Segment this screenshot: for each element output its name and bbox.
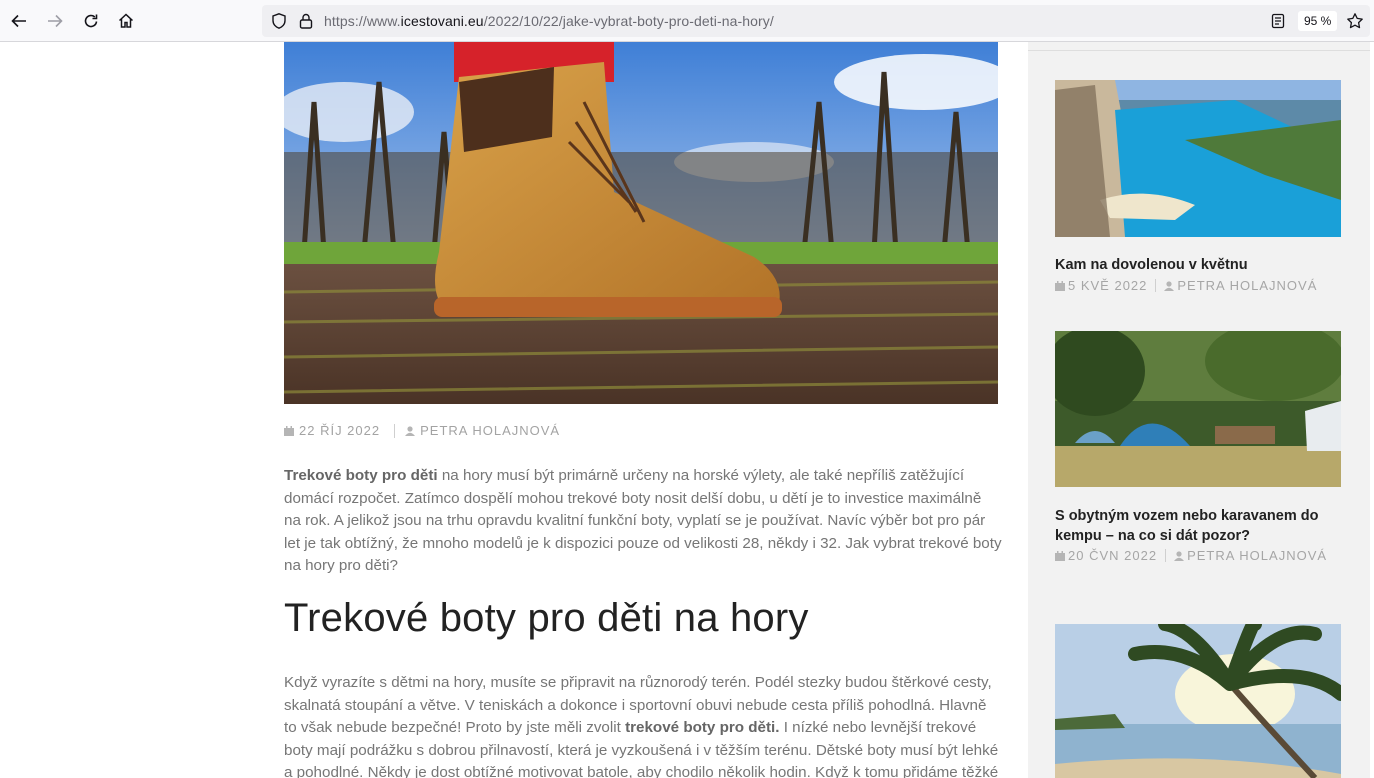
post-meta: 5 KVĚ 2022 PETRA HOLAJNOVÁ xyxy=(1055,274,1345,297)
arrow-right-icon xyxy=(48,14,63,28)
hiking-boot-photo xyxy=(284,42,998,404)
section-heading: Trekové boty pro děti na hory xyxy=(284,596,809,640)
post-date: 20 ČVN 2022 xyxy=(1068,548,1158,563)
forward-button[interactable] xyxy=(41,7,69,35)
post-author-link[interactable]: PETRA HOLAJNOVÁ xyxy=(1177,278,1317,293)
url-bar[interactable]: https://www.icestovani.eu/2022/10/22/jak… xyxy=(262,5,1370,37)
keyword-bold: Trekové boty pro děti xyxy=(284,467,438,484)
beach-cliff-photo xyxy=(1055,80,1341,237)
campsite-tents-photo xyxy=(1055,331,1341,487)
post-date: 5 KVĚ 2022 xyxy=(1068,278,1148,293)
post-thumbnail-link[interactable] xyxy=(1055,80,1341,237)
zoom-level-button[interactable]: 95 % xyxy=(1298,11,1338,31)
post-title-link[interactable]: Kam na dovolenou v květnu xyxy=(1055,256,1341,276)
calendar-icon xyxy=(1055,551,1065,561)
home-icon xyxy=(118,13,134,28)
user-icon xyxy=(1164,281,1175,291)
post-thumbnail-link[interactable] xyxy=(1055,331,1341,487)
calendar-icon xyxy=(1055,281,1065,291)
palm-beach-photo xyxy=(1055,624,1341,778)
article-date: 22 ŘÍJ 2022 xyxy=(299,423,381,438)
reload-icon xyxy=(84,14,98,28)
user-icon xyxy=(1174,551,1185,561)
home-button[interactable] xyxy=(112,7,140,35)
url-prefix: https://www. xyxy=(324,13,401,29)
browser-toolbar: https://www.icestovani.eu/2022/10/22/jak… xyxy=(0,0,1374,42)
user-icon xyxy=(405,425,416,436)
meta-divider xyxy=(1165,549,1167,562)
lock-icon[interactable] xyxy=(297,12,315,30)
url-text[interactable]: https://www.icestovani.eu/2022/10/22/jak… xyxy=(324,13,774,29)
article-hero-image xyxy=(284,42,998,404)
reader-view-icon[interactable] xyxy=(1269,12,1287,30)
reload-button[interactable] xyxy=(77,7,105,35)
post-author-link[interactable]: PETRA HOLAJNOVÁ xyxy=(1187,548,1327,563)
meta-divider xyxy=(394,423,396,438)
calendar-icon xyxy=(284,425,294,436)
sidebar-divider xyxy=(1028,50,1370,51)
shield-icon[interactable] xyxy=(270,12,288,30)
star-bookmark-icon[interactable] xyxy=(1346,12,1364,30)
back-button[interactable] xyxy=(5,7,33,35)
article-paragraph-2: Když vyrazíte s dětmi na hory, musíte se… xyxy=(284,672,1002,778)
meta-divider xyxy=(1155,279,1157,292)
post-thumbnail-link[interactable] xyxy=(1055,624,1341,778)
keyword-bold: trekové boty pro děti. xyxy=(625,719,780,737)
url-domain: icestovani.eu xyxy=(400,13,484,29)
sidebar: Kam na dovolenou v květnu 5 KVĚ 2022 PETR… xyxy=(1028,42,1370,778)
url-path: /2022/10/22/jake-vybrat-boty-pro-deti-na… xyxy=(483,13,774,29)
article-meta: 22 ŘÍJ 2022 PETRA HOLAJNOVÁ xyxy=(284,423,560,438)
arrow-left-icon xyxy=(11,14,26,28)
article-author-link[interactable]: PETRA HOLAJNOVÁ xyxy=(420,423,560,438)
post-meta: 20 ČVN 2022 PETRA HOLAJNOVÁ xyxy=(1055,544,1345,567)
post-title-link[interactable]: S obytným vozem nebo karavanem do kempu … xyxy=(1055,507,1341,546)
article-paragraph-1: Trekové boty pro děti na hory musí být p… xyxy=(284,465,1002,578)
